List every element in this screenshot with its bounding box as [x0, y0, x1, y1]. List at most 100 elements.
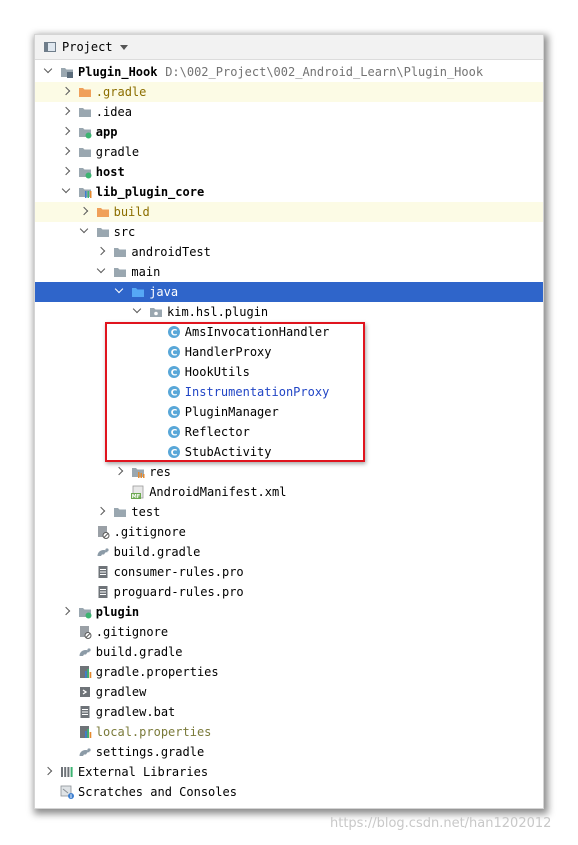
tree-item-label: lib_plugin_core: [95, 185, 205, 199]
tree-row[interactable]: i Scratches and Consoles: [35, 782, 543, 802]
tool-window-header[interactable]: Project: [35, 35, 543, 60]
tree-row[interactable]: C HookUtils: [35, 362, 543, 382]
class-icon: C: [167, 325, 181, 339]
tree-row[interactable]: java: [35, 282, 543, 302]
tree-item-label: res: [149, 465, 171, 479]
collapse-arrow-icon[interactable]: [61, 146, 71, 156]
collapse-arrow-icon[interactable]: [97, 246, 106, 256]
tree-row[interactable]: C StubActivity: [35, 442, 543, 462]
tree-item-label: main: [131, 265, 161, 279]
folder-icon: [78, 105, 92, 119]
view-dropdown-icon[interactable]: [120, 45, 128, 50]
tree-row[interactable]: .gitignore: [35, 622, 543, 642]
tree-item-label: androidTest: [131, 245, 211, 259]
class-icon: C: [167, 385, 181, 399]
class-icon: C: [167, 445, 181, 459]
tree-item-label: build.gradle: [113, 545, 201, 559]
collapse-arrow-icon[interactable]: [114, 466, 124, 476]
project-window-icon: [44, 42, 56, 52]
tree-row[interactable]: host: [35, 162, 543, 182]
tree-row[interactable]: app: [35, 122, 543, 142]
tree-row[interactable]: .gradle: [35, 82, 543, 102]
tree-row[interactable]: build.gradle: [35, 542, 543, 562]
tree-item-label: gradle: [95, 145, 140, 159]
tree-row[interactable]: androidTest: [35, 242, 543, 262]
tree-item-label: HookUtils: [184, 365, 250, 379]
collapse-arrow-icon[interactable]: [61, 126, 71, 136]
svg-text:C: C: [170, 449, 177, 459]
tree-row[interactable]: consumer-rules.pro: [35, 562, 543, 582]
folder-icon: [113, 505, 127, 519]
collapse-arrow-icon[interactable]: [43, 766, 53, 776]
tree-row[interactable]: build.gradle: [35, 642, 543, 662]
tree-item-label: HandlerProxy: [184, 345, 272, 359]
tree-row[interactable]: gradlew.bat: [35, 702, 543, 722]
svg-text:C: C: [170, 409, 177, 419]
module-green-icon: [78, 165, 92, 179]
tree-item-label: .idea: [95, 105, 132, 119]
svg-text:C: C: [170, 329, 177, 339]
expand-arrow-icon[interactable]: [114, 284, 124, 294]
tree-row[interactable]: plugin: [35, 602, 543, 622]
collapse-arrow-icon[interactable]: [61, 606, 71, 616]
tree-row[interactable]: gradle: [35, 142, 543, 162]
tree-row[interactable]: test: [35, 502, 543, 522]
tree-item-label: kim.hsl.plugin: [167, 305, 269, 319]
expand-arrow-icon[interactable]: [132, 304, 142, 314]
tree-row[interactable]: src: [35, 222, 543, 242]
expand-arrow-icon[interactable]: [61, 184, 71, 194]
tree-row[interactable]: proguard-rules.pro: [35, 582, 543, 602]
class-icon: C: [167, 405, 181, 419]
class-icon: C: [167, 345, 181, 359]
collapse-arrow-icon[interactable]: [61, 86, 71, 96]
collapse-arrow-icon[interactable]: [79, 206, 88, 216]
tree-item-label: gradle.properties: [95, 665, 219, 679]
collapse-arrow-icon[interactable]: [61, 106, 71, 116]
libraries-icon: [60, 765, 74, 779]
expand-arrow-icon[interactable]: [97, 264, 106, 274]
tree-row[interactable]: .idea: [35, 102, 543, 122]
svg-text:C: C: [170, 389, 177, 399]
properties-icon: [78, 725, 92, 739]
expand-arrow-icon[interactable]: [43, 64, 53, 74]
tree-row[interactable]: main: [35, 262, 543, 282]
tree-item-label: Scratches and Consoles: [78, 785, 237, 799]
gradle-icon: [78, 645, 92, 659]
tree-row[interactable]: Plugin_Hook D:\002_Project\002_Android_Le…: [35, 62, 543, 82]
tree-row[interactable]: gradle.properties: [35, 662, 543, 682]
tree-item-label: Reflector: [184, 425, 250, 439]
tree-row[interactable]: local.properties: [35, 722, 543, 742]
tree-item-label: test: [131, 505, 161, 519]
tree-row[interactable]: kim.hsl.plugin: [35, 302, 543, 322]
tree-row[interactable]: MF AndroidManifest.xml: [35, 482, 543, 502]
collapse-arrow-icon[interactable]: [61, 166, 71, 176]
tree-item-label: External Libraries: [78, 765, 209, 779]
module-green-icon: [78, 125, 92, 139]
tree-item-label: build: [113, 205, 150, 219]
tree-item-label: proguard-rules.pro: [113, 585, 244, 599]
tree-item-label: app: [95, 125, 118, 139]
tree-item-label: Plugin_Hook: [78, 65, 158, 79]
tree-row[interactable]: settings.gradle: [35, 742, 543, 762]
tree-row[interactable]: External Libraries: [35, 762, 543, 782]
tree-row[interactable]: gradlew: [35, 682, 543, 702]
class-icon: C: [167, 365, 181, 379]
tree-row[interactable]: C Reflector: [35, 422, 543, 442]
tree-item-label: plugin: [95, 605, 140, 619]
tree-row[interactable]: lib_plugin_core: [35, 182, 543, 202]
tree-item-label: src: [113, 225, 136, 239]
collapse-arrow-icon[interactable]: [97, 506, 106, 516]
tree-row[interactable]: build: [35, 202, 543, 222]
tree-row[interactable]: res: [35, 462, 543, 482]
tree-row[interactable]: C HandlerProxy: [35, 342, 543, 362]
tree-row[interactable]: .gitignore: [35, 522, 543, 542]
tree-row[interactable]: C AmsInvocationHandler: [35, 322, 543, 342]
folder-icon: [96, 225, 110, 239]
module-icon: [60, 65, 74, 79]
properties-icon: [78, 665, 92, 679]
text-file-icon: [78, 705, 92, 719]
tree-row[interactable]: C InstrumentationProxy: [35, 382, 543, 402]
tree-row[interactable]: C PluginManager: [35, 402, 543, 422]
expand-arrow-icon[interactable]: [79, 224, 88, 234]
gradle-icon: [78, 745, 92, 759]
